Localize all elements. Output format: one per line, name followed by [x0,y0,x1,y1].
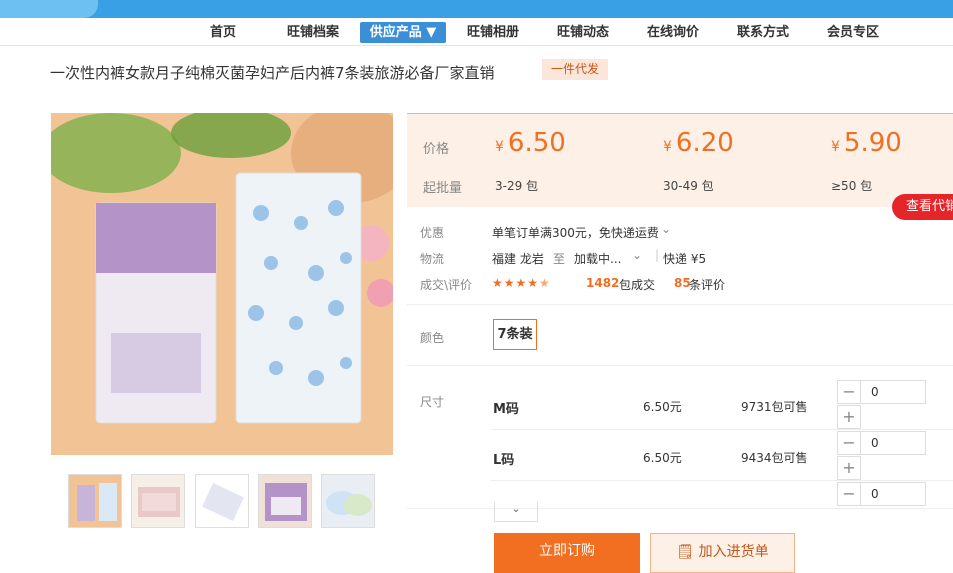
chevron-down-icon[interactable]: ⌄ [632,248,642,262]
divider [407,304,953,305]
top-bar [0,0,953,18]
currency-symbol: ¥ [495,139,504,155]
nav-item-members[interactable]: 会员专区 [820,22,886,43]
product-photo [51,113,393,455]
plus-button[interactable]: + [837,456,861,480]
sold-count[interactable]: 1482 [586,276,619,290]
promo-value: 单笔订单满300元，免快递运费 [492,226,659,240]
top-bar-decoration [0,0,98,18]
price-tier-3: ¥5.90 [831,128,902,158]
batch-label: 起批量 [423,181,463,196]
promo-label: 优惠 [420,226,445,240]
size-stock: 9434包可售 [741,451,808,465]
qty-tier-2: 30-49 包 [663,179,714,193]
divider: | [655,248,660,262]
add-to-cart-label: 加入进货单 [698,544,769,560]
nav-item-shop-profile[interactable]: 旺铺档案 [280,22,346,43]
nav-item-home[interactable]: 首页 [200,22,246,43]
size-name: M码 [493,402,519,417]
logistics-from: 福建 龙岩 [492,252,544,266]
product-title: 一次性内裤女款月子纯棉灭菌孕妇产后内裤7条装旅游必备厂家直销 [50,64,495,82]
expand-sizes-button[interactable]: ⌄ [494,502,538,522]
size-row: L码 6.50元 9434包可售 − 0 + [491,431,953,481]
review-unit: 条评价 [689,278,726,292]
color-option-7pack[interactable]: 7条装 [493,319,537,350]
minus-button[interactable]: − [837,431,861,455]
size-price: 6.50元 [643,451,682,465]
plus-button[interactable]: + [837,405,861,429]
thumbnail-2[interactable] [131,474,185,528]
shipping-method: 快递 ¥5 [663,252,707,266]
minus-button[interactable]: − [837,380,861,404]
add-to-cart-button[interactable]: 🗒 加入进货单 [650,533,795,573]
chevron-down-icon: ⌄ [511,502,521,515]
nav-item-products[interactable]: 供应产品 ▼ [360,22,446,43]
divider [407,365,953,366]
rating-stars: ★★★★★ [492,276,551,290]
deal-label: 成交\评价 [420,278,473,292]
shop-nav: 首页 旺铺档案 供应产品 ▼ 旺铺相册 旺铺动态 在线询价 联系方式 会员专区 [0,18,953,46]
size-label: 尺寸 [420,395,445,409]
currency-symbol: ¥ [663,139,672,155]
quantity-input[interactable]: 0 [861,431,926,455]
nav-item-inquiry[interactable]: 在线询价 [640,22,706,43]
logistics-to-word: 至 [553,252,566,266]
nav-item-contact[interactable]: 联系方式 [730,22,796,43]
price-panel: 价格 起批量 ¥6.50 ¥6.20 ¥5.90 3-29 包 30-49 包 … [407,113,953,207]
price-value: 5.90 [843,128,902,158]
price-label: 价格 [423,142,450,157]
sold-unit: 包成交 [619,278,656,292]
currency-symbol: ¥ [831,139,840,155]
logistics-destination-select[interactable]: 加载中... [574,250,621,267]
divider [407,508,953,509]
thumbnail-3[interactable] [195,474,249,528]
dropship-badge: 一件代发 [542,59,608,80]
price-tier-2: ¥6.20 [663,128,734,158]
thumbnail-1[interactable] [68,474,122,528]
qty-tier-1: 3-29 包 [495,179,539,193]
thumbnail-5[interactable] [321,474,375,528]
price-value: 6.20 [675,128,734,158]
price-tier-1: ¥6.50 [495,128,566,158]
order-now-button[interactable]: 立即订购 [494,533,640,573]
thumbnail-4[interactable] [258,474,312,528]
quantity-input[interactable]: 0 [861,380,926,404]
quantity-input[interactable]: 0 [861,482,926,506]
qty-tier-3: ≥50 包 [831,179,873,193]
nav-item-news[interactable]: 旺铺动态 [550,22,616,43]
size-stock: 9731包可售 [741,400,808,414]
nav-item-album[interactable]: 旺铺相册 [460,22,526,43]
cart-icon: 🗒 [676,544,699,560]
size-name: L码 [493,453,515,468]
size-row: − 0 [491,482,953,506]
minus-button[interactable]: − [837,482,861,506]
size-row: M码 6.50元 9731包可售 − 0 + [491,380,953,430]
size-price: 6.50元 [643,400,682,414]
product-main-image[interactable] [51,113,393,455]
price-value: 6.50 [507,128,566,158]
color-label: 颜色 [420,331,445,345]
chevron-down-icon[interactable]: ⌄ [661,222,671,236]
logistics-label: 物流 [420,252,445,266]
view-agent-button[interactable]: 查看代销 [892,194,953,220]
